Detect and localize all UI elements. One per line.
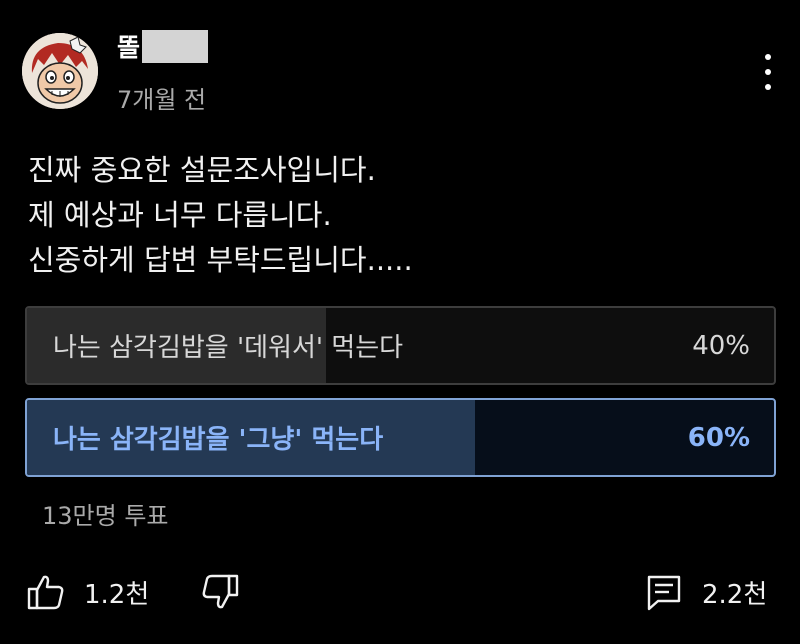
poll-option-plain[interactable]: 나는 삼각김밥을 '그냥' 먹는다 60% [25,398,776,477]
more-vert-icon-dot [765,69,771,75]
author-name-text: 똘 [117,33,141,62]
comments-button[interactable]: 2.2천 [644,572,767,612]
more-options-button[interactable] [757,54,779,90]
more-vert-icon-dot [765,84,771,90]
vote-count: 13만명 투표 [42,502,169,530]
comment-count: 2.2천 [702,579,768,610]
more-vert-icon [765,54,771,60]
post-text-line: 제 예상과 너무 다릅니다. [28,198,332,232]
poll-option-warm[interactable]: 나는 삼각김밥을 '데워서' 먹는다 40% [25,306,776,385]
avatar[interactable] [22,33,98,109]
poll-option-label: 나는 삼각김밥을 '데워서' 먹는다 [53,333,404,363]
post-text: 진짜 중요한 설문조사입니다. 제 예상과 너무 다릅니다. 신중하게 답변 부… [28,148,413,283]
like-button[interactable]: 1.2천 [26,572,149,612]
poll-option-percent: 60% [687,422,750,453]
poll-option-label: 나는 삼각김밥을 '그냥' 먹는다 [53,425,384,455]
post-text-line: 진짜 중요한 설문조사입니다. [28,153,376,187]
poll-option-percent: 40% [692,330,750,361]
post-text-line: 신중하게 답변 부탁드립니다..... [28,243,413,277]
comment-icon [647,575,681,611]
like-count: 1.2천 [84,579,150,610]
thumbs-up-icon [27,575,64,610]
dislike-button[interactable] [200,572,240,612]
author-name[interactable]: 똘 [117,28,209,64]
post-time: 7개월 전 [117,86,207,114]
thumbs-down-icon [202,574,239,609]
avatar-cartoon-face-icon [22,33,98,109]
redacted-block [142,29,209,63]
